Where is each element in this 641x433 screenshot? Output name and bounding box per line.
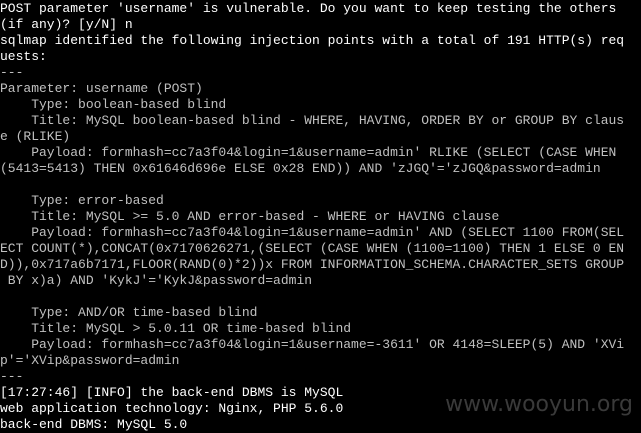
terminal-line: Type: AND/OR time-based blind	[0, 305, 258, 320]
terminal-window[interactable]: POST parameter 'username' is vulnerable.…	[0, 0, 641, 433]
terminal-line: ---	[0, 65, 24, 80]
terminal-line: ECT COUNT(*),CONCAT(0x7170626271,(SELECT…	[0, 241, 625, 256]
terminal-line: Type: boolean-based blind	[0, 97, 227, 112]
terminal-line: D)),0x717a6b7171,FLOOR(RAND(0)*2))x FROM…	[0, 257, 625, 272]
terminal-line: sqlmap identified the following injectio…	[0, 33, 625, 48]
terminal-line: (5413=5413) THEN 0x61646d696e ELSE 0x28 …	[0, 161, 601, 176]
terminal-line: ---	[0, 369, 24, 384]
terminal-line: back-end DBMS: MySQL 5.0	[0, 417, 188, 432]
terminal-line: Type: error-based	[0, 193, 164, 208]
terminal-line: Payload: formhash=cc7a3f04&login=1&usern…	[0, 145, 617, 160]
terminal-line: (if any)? [y/N] n	[0, 17, 133, 32]
terminal-line: POST parameter 'username' is vulnerable.…	[0, 1, 617, 16]
terminal-line: Title: MySQL boolean-based blind - WHERE…	[0, 113, 625, 128]
terminal-line: p'='XVip&password=admin	[0, 353, 180, 368]
terminal-line: Title: MySQL >= 5.0 AND error-based - WH…	[0, 209, 500, 224]
terminal-output: POST parameter 'username' is vulnerable.…	[0, 1, 641, 433]
terminal-line: Title: MySQL > 5.0.11 OR time-based blin…	[0, 321, 352, 336]
terminal-line: Payload: formhash=cc7a3f04&login=1&usern…	[0, 225, 625, 240]
terminal-line: e (RLIKE)	[0, 129, 71, 144]
watermark: www.wooyun.org	[445, 392, 633, 417]
terminal-line: BY x)a) AND 'KykJ'='KykJ&password=admin	[0, 273, 313, 288]
terminal-line: Parameter: username (POST)	[0, 81, 203, 96]
terminal-line: uests:	[0, 49, 47, 64]
terminal-line: Payload: formhash=cc7a3f04&login=1&usern…	[0, 337, 625, 352]
